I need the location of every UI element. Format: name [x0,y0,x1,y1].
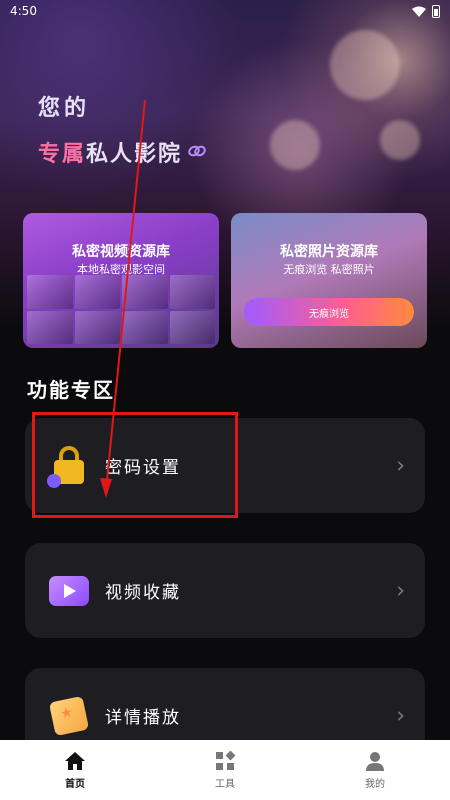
link-icon [188,142,206,163]
bokeh-light [330,30,400,100]
nav-label: 首页 [65,779,85,790]
home-icon [64,750,86,772]
battery-icon [432,4,440,18]
bottom-navigation: 首页 工具 我的 [0,740,450,800]
thumbnail [122,310,168,344]
thumbnail [169,310,215,344]
nav-tools[interactable]: 工具 [185,750,265,790]
hero-title-line2: 专属 私人影院 [38,136,206,168]
thumbnail [27,275,73,309]
card-title: 私密照片资源库 [280,244,378,260]
private-photo-card[interactable]: 私密照片资源库 无痕浏览 私密照片 无痕浏览 [231,213,427,348]
thumbnail [122,275,168,309]
hero-title-line1: 您的 [38,96,91,121]
nav-label: 工具 [215,779,235,790]
hero-rest: 私人影院 [86,142,183,167]
private-video-card[interactable]: 私密视频资源库 本地私密观影空间 [23,213,219,348]
thumbnail [169,275,215,309]
chevron-right-icon: › [396,703,405,728]
feature-video-favorites[interactable]: 视频收藏 › [25,543,425,638]
video-icon [47,569,91,613]
thumbnail [74,310,120,344]
nav-label: 我的 [365,779,385,790]
thumbnail-grid [27,275,215,344]
feature-label: 视频收藏 [105,583,181,603]
wifi-icon [412,6,426,17]
tools-icon [214,750,236,772]
section-title: 功能专区 [27,378,115,402]
card-subtitle: 无痕浏览 私密照片 [283,263,375,276]
chevron-right-icon: › [396,578,405,603]
card-title: 私密视频资源库 [72,244,170,260]
thumbnail [74,275,120,309]
user-icon [364,750,386,772]
status-icons [412,4,440,18]
incognito-browse-button[interactable]: 无痕浏览 [244,298,414,326]
nav-home[interactable]: 首页 [35,750,115,790]
status-time: 4:50 [10,4,37,18]
bokeh-light [380,120,420,160]
nav-profile[interactable]: 我的 [335,750,415,790]
thumbnail [27,310,73,344]
feature-label: 详情播放 [105,708,181,728]
annotation-highlight-box [32,412,238,518]
book-icon [47,694,91,738]
bokeh-light [270,120,320,170]
chevron-right-icon: › [396,453,405,478]
status-bar: 4:50 [0,0,450,22]
hero-highlight: 专属 [38,142,87,167]
